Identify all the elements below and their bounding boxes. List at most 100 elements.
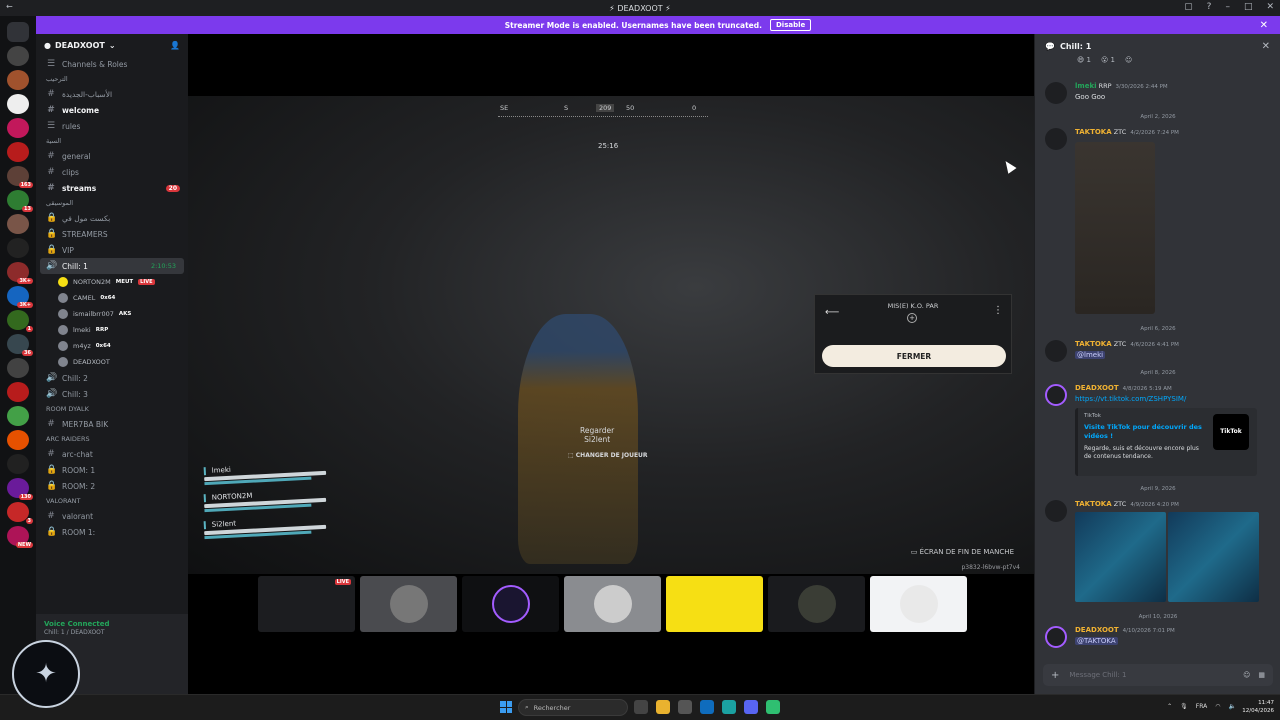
channel-item[interactable]: 🔒 ROOM: 1 — [36, 462, 188, 478]
category-header[interactable]: VALORANT — [36, 494, 188, 508]
message-input[interactable]: Message Chill: 1 — [1069, 671, 1126, 679]
clock[interactable]: 11:47 12/04/2026 — [1242, 699, 1274, 715]
mic-icon[interactable]: 🎙 — [1180, 703, 1188, 710]
user-mention[interactable]: @lmeki — [1075, 351, 1106, 359]
voice-channel-active[interactable]: 🔊 Chill: 1 2:10:53 — [40, 258, 184, 274]
chevron-up-icon[interactable]: ⌃ — [1167, 703, 1172, 710]
voice-user[interactable]: ismailbrr007 AKS — [36, 306, 188, 322]
language-indicator[interactable]: FRA — [1196, 703, 1207, 710]
stream-stage[interactable]: SE S 209 50 0 25:16 ⟵ MIS(E) K.O. PAR + … — [188, 34, 1034, 694]
stream-thumb[interactable]: LIVE — [258, 576, 355, 632]
user-avatar[interactable]: ✦ — [12, 640, 80, 708]
channel-item[interactable]: # welcome — [36, 102, 188, 118]
server-icon[interactable] — [7, 430, 29, 450]
image-attachment[interactable] — [1168, 512, 1259, 602]
channel-item[interactable]: 🔒 ROOM: 2 — [36, 478, 188, 494]
volume-icon[interactable]: 🔈 — [1229, 703, 1236, 710]
channel-item[interactable]: ☰ rules — [36, 118, 188, 134]
reaction[interactable]: 😮 1 — [1101, 56, 1115, 64]
help-icon[interactable]: ? — [1207, 2, 1212, 12]
add-reaction-icon[interactable]: ☺ — [1125, 56, 1132, 64]
channel-item[interactable]: 🔒 ROOM 1: — [36, 524, 188, 540]
server-icon[interactable] — [7, 70, 29, 90]
category-header[interactable]: الموسيقى — [36, 196, 188, 210]
channel-item[interactable]: # clips — [36, 164, 188, 180]
discord-icon[interactable] — [744, 700, 758, 714]
voice-user[interactable]: NORTON2M MEUT LIVE — [36, 274, 188, 290]
back-arrow-icon[interactable]: ← — [6, 2, 13, 11]
tiktok-link[interactable]: https://vt.tiktok.com/ZSHPYSIM/ — [1075, 395, 1186, 403]
participant-thumb[interactable] — [666, 576, 763, 632]
voice-user[interactable]: lmeki RRP — [36, 322, 188, 338]
server-icon[interactable] — [7, 238, 29, 258]
user-mention[interactable]: @TAKTOKA — [1075, 637, 1118, 645]
server-icon[interactable] — [7, 406, 29, 426]
voice-user[interactable]: DEADXOOT — [36, 354, 188, 370]
channel-item[interactable]: 🔒 بكست مول في — [36, 210, 188, 226]
inbox-icon[interactable]: ▢ — [1184, 2, 1193, 12]
participant-thumb[interactable] — [768, 576, 865, 632]
edge-icon[interactable] — [722, 700, 736, 714]
channel-item[interactable]: # الأسباب-الجديدة — [36, 86, 188, 102]
image-attachment[interactable] — [1075, 142, 1155, 314]
wifi-icon[interactable]: ◠ — [1215, 703, 1220, 710]
channel-item[interactable]: # general — [36, 148, 188, 164]
fermer-button[interactable]: FERMER — [822, 345, 1006, 367]
server-icon[interactable]: 3K+ — [7, 286, 33, 308]
server-icon[interactable]: 130 — [7, 478, 33, 500]
add-member-icon[interactable]: 👤 — [170, 41, 180, 50]
server-icon[interactable]: 3K+ — [7, 262, 33, 284]
close-banner-icon[interactable]: ✕ — [1260, 20, 1268, 31]
participant-thumb[interactable] — [360, 576, 457, 632]
outlook-icon[interactable] — [700, 700, 714, 714]
reaction[interactable]: 😄 1 — [1077, 56, 1091, 64]
server-icon[interactable] — [7, 118, 29, 138]
participant-thumb[interactable] — [870, 576, 967, 632]
channel-item[interactable]: 🔒 STREAMERS — [36, 226, 188, 242]
server-icon[interactable]: 3 — [7, 502, 33, 524]
channel-item[interactable]: # valorant — [36, 508, 188, 524]
server-icon[interactable] — [7, 46, 29, 66]
message-composer[interactable]: + Message Chill: 1 ☺ ▦ — [1043, 664, 1273, 686]
server-icon[interactable]: 36 — [7, 334, 33, 356]
windows-start-icon[interactable] — [500, 701, 512, 713]
server-icon[interactable]: NEW — [7, 526, 33, 548]
participant-thumb[interactable] — [564, 576, 661, 632]
server-icon[interactable] — [7, 214, 29, 234]
server-icon[interactable] — [7, 94, 29, 114]
image-attachment[interactable] — [1075, 512, 1166, 602]
server-icon[interactable] — [7, 454, 29, 474]
category-header[interactable]: السية — [36, 134, 188, 148]
category-header[interactable]: الترحيب — [36, 72, 188, 86]
participant-thumb[interactable] — [462, 576, 559, 632]
disable-button[interactable]: Disable — [770, 19, 812, 31]
category-header[interactable]: ROOM DYALK — [36, 402, 188, 416]
close-icon[interactable]: ✕ — [1262, 41, 1270, 52]
store-icon[interactable] — [678, 700, 692, 714]
category-header[interactable]: ARC RAIDERS — [36, 432, 188, 446]
channels-roles-link[interactable]: ☰ Channels & Roles — [36, 56, 188, 72]
channel-item[interactable]: 🔒 VIP — [36, 242, 188, 258]
server-icon[interactable] — [7, 142, 29, 162]
apps-icon[interactable]: ▦ — [1258, 671, 1265, 679]
voice-channel[interactable]: 🔊 Chill: 2 — [36, 370, 188, 386]
change-player-button[interactable]: ⬚ CHANGER DE JOUEUR — [568, 452, 648, 459]
maximize-button[interactable]: □ — [1244, 2, 1253, 12]
voice-user[interactable]: CAMEL 0x64 — [36, 290, 188, 306]
server-icon[interactable]: 1 — [7, 310, 33, 332]
server-icon[interactable]: 163 — [7, 166, 33, 188]
voice-channel[interactable]: 🔊 Chill: 3 — [36, 386, 188, 402]
task-view-icon[interactable] — [634, 700, 648, 714]
server-icon[interactable]: 13 — [7, 190, 33, 212]
embed-title[interactable]: Visite TikTok pour découvrir des vidéos … — [1084, 423, 1204, 441]
plus-icon[interactable]: + — [1051, 670, 1059, 681]
file-explorer-icon[interactable] — [656, 700, 670, 714]
server-icon[interactable] — [7, 358, 29, 378]
emoji-icon[interactable]: ☺ — [1243, 671, 1250, 679]
channel-item[interactable]: # MER7BA BIK — [36, 416, 188, 432]
guild-header[interactable]: ● DEADXOOT ⌄ 👤 — [36, 34, 188, 56]
more-icon[interactable]: ⋮ — [993, 305, 1003, 316]
taskbar-search[interactable]: ⌕ Rechercher — [518, 699, 628, 716]
channel-item[interactable]: # streams 20 — [36, 180, 188, 196]
minimize-button[interactable]: – — [1225, 2, 1230, 12]
